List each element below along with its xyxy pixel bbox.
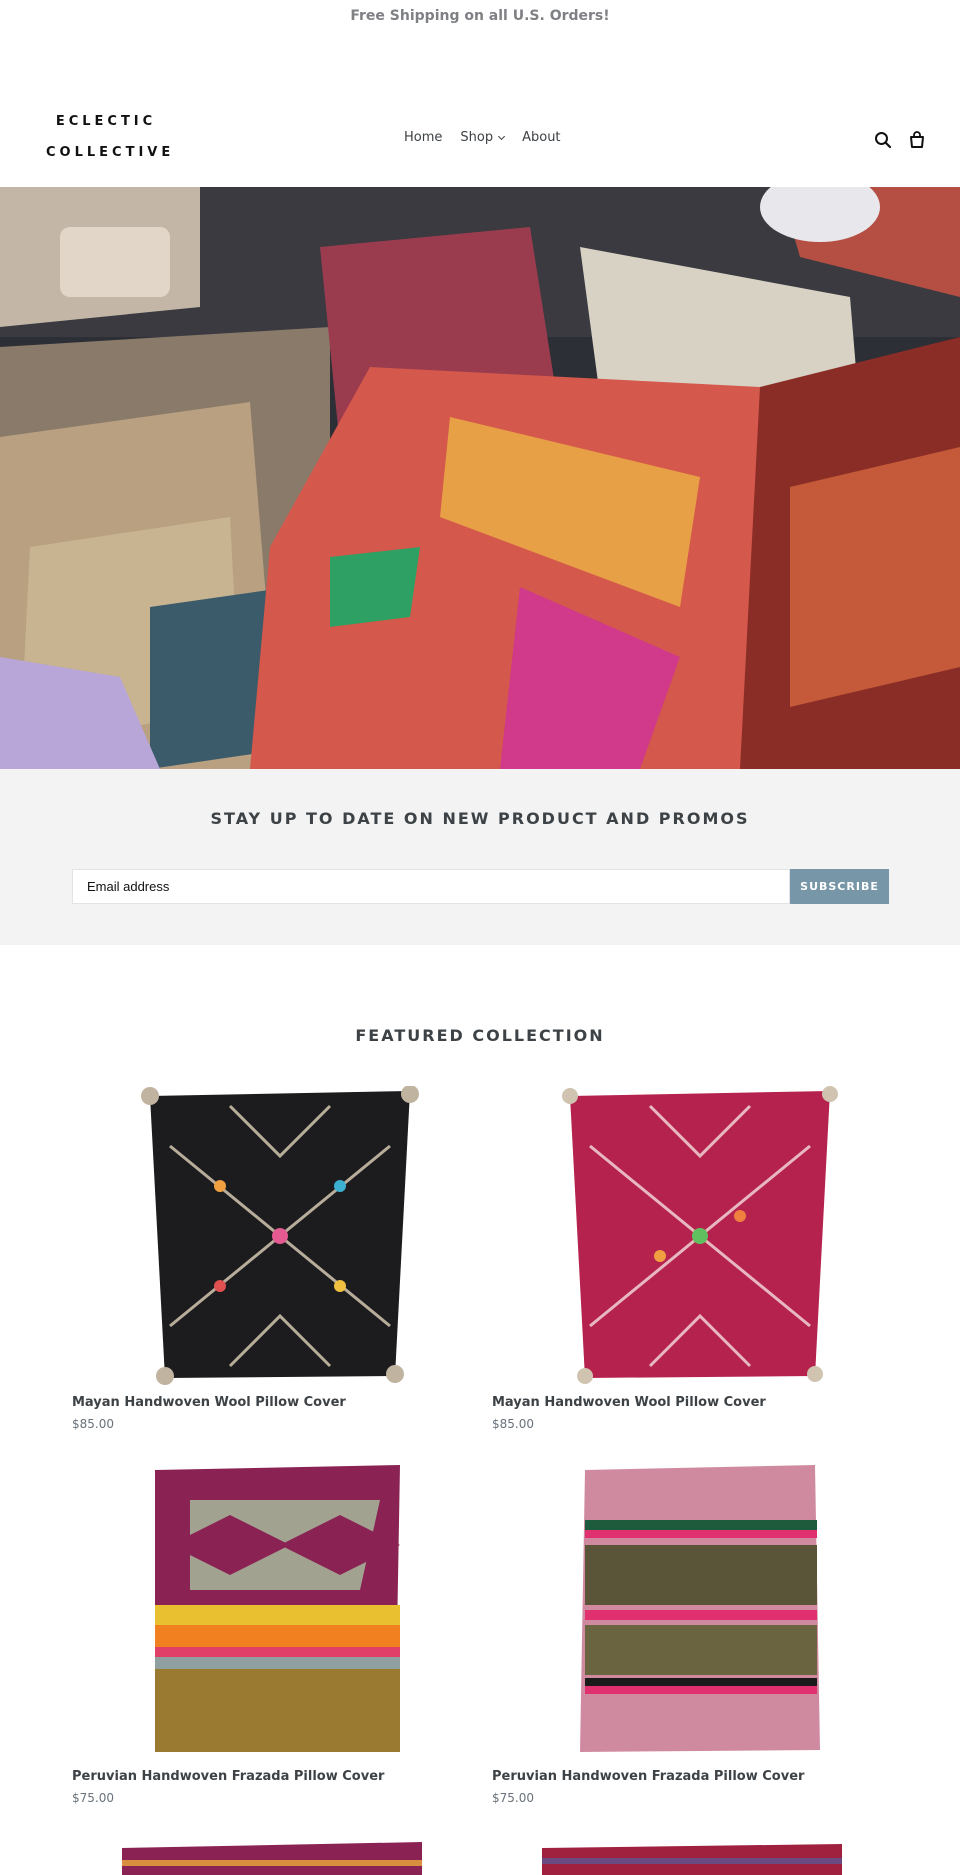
nav-shop[interactable]: Shop bbox=[460, 130, 506, 145]
product-image[interactable] bbox=[492, 1840, 888, 1875]
featured-collection-title: FEATURED COLLECTION bbox=[355, 1026, 605, 1045]
hero-image bbox=[0, 187, 960, 769]
product-price: $85.00 bbox=[492, 1417, 534, 1431]
cart-icon[interactable] bbox=[908, 131, 926, 153]
product-image[interactable] bbox=[72, 1459, 468, 1761]
product-card[interactable]: Peruvian Handwoven Frazada Pillow Cover … bbox=[72, 1459, 468, 1805]
email-field[interactable]: Email address bbox=[72, 869, 790, 904]
nav-home[interactable]: Home bbox=[404, 130, 442, 145]
nav-shop-label: Shop bbox=[460, 130, 494, 145]
product-card[interactable]: Mayan Handwoven Wool Pillow Cover $85.00 bbox=[492, 1085, 888, 1431]
newsletter-form: Email address SUBSCRIBE bbox=[72, 869, 889, 904]
product-title[interactable]: Mayan Handwoven Wool Pillow Cover bbox=[72, 1395, 468, 1410]
announcement-bar: Free Shipping on all U.S. Orders! bbox=[0, 0, 960, 32]
product-price: $85.00 bbox=[72, 1417, 114, 1431]
product-image[interactable] bbox=[492, 1459, 888, 1761]
search-icon[interactable] bbox=[874, 131, 892, 153]
logo-line-1: ECLECTIC bbox=[55, 114, 157, 129]
logo-line-2: COLLECTIVE bbox=[46, 145, 175, 160]
product-title[interactable]: Peruvian Handwoven Frazada Pillow Cover bbox=[72, 1769, 468, 1784]
product-image[interactable] bbox=[72, 1840, 468, 1875]
nav-about[interactable]: About bbox=[522, 130, 560, 145]
logo[interactable]: ECLECTIC COLLECTIVE bbox=[46, 106, 175, 168]
site-header: ECLECTIC COLLECTIVE Home Shop About bbox=[0, 32, 960, 187]
product-grid: Mayan Handwoven Wool Pillow Cover $85.00… bbox=[72, 1085, 888, 1805]
chevron-down-icon bbox=[498, 132, 506, 140]
product-card[interactable]: Peruvian Handwoven Frazada Pillow Cover … bbox=[492, 1459, 888, 1805]
product-title[interactable]: Peruvian Handwoven Frazada Pillow Cover bbox=[492, 1769, 888, 1784]
header-icons bbox=[874, 131, 926, 153]
product-card[interactable]: Mayan Handwoven Wool Pillow Cover $85.00 bbox=[72, 1085, 468, 1431]
newsletter-title: STAY UP TO DATE ON NEW PRODUCT AND PROMO… bbox=[210, 809, 750, 828]
main-nav: Home Shop About bbox=[404, 130, 561, 145]
product-price: $75.00 bbox=[492, 1791, 534, 1805]
product-price: $75.00 bbox=[72, 1791, 114, 1805]
product-row-partial bbox=[72, 1840, 888, 1875]
product-image[interactable] bbox=[72, 1085, 468, 1387]
announcement-text: Free Shipping on all U.S. Orders! bbox=[350, 8, 610, 24]
subscribe-button[interactable]: SUBSCRIBE bbox=[790, 869, 889, 904]
newsletter-section: STAY UP TO DATE ON NEW PRODUCT AND PROMO… bbox=[0, 769, 960, 945]
product-image[interactable] bbox=[492, 1085, 888, 1387]
product-title[interactable]: Mayan Handwoven Wool Pillow Cover bbox=[492, 1395, 888, 1410]
